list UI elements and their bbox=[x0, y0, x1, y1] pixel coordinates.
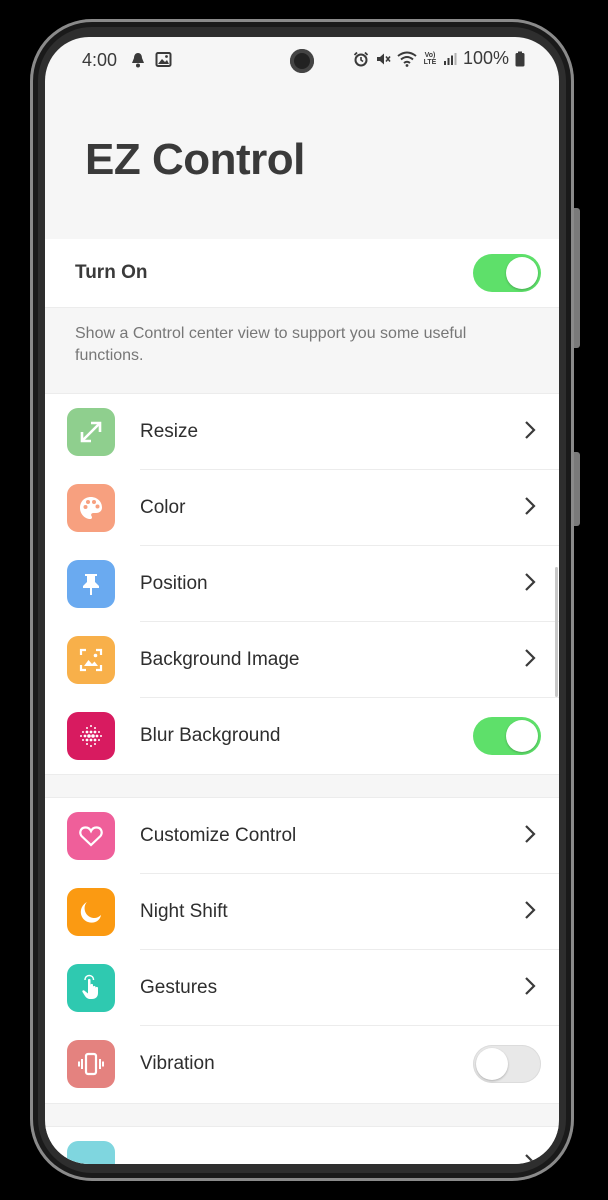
settings-item-label: Blur Background bbox=[140, 725, 281, 746]
mute-icon bbox=[376, 53, 391, 64]
settings-item-blur-background: Blur Background bbox=[45, 698, 559, 774]
front-camera bbox=[290, 49, 314, 73]
hand-icon bbox=[67, 964, 115, 1012]
settings-item-color[interactable]: Color bbox=[45, 470, 559, 546]
signal-icon bbox=[443, 52, 457, 65]
resize-icon bbox=[67, 408, 115, 456]
chevron-right-icon bbox=[525, 1154, 536, 1164]
turn-on-row: Turn On bbox=[45, 239, 559, 308]
settings-item-label: Resize bbox=[140, 421, 199, 442]
settings-item-partial[interactable] bbox=[45, 1127, 559, 1164]
chevron-right-icon bbox=[525, 421, 536, 439]
settings-item-vibration: Vibration bbox=[45, 1026, 559, 1102]
chevron-right-icon bbox=[525, 825, 536, 843]
chevron-right-icon bbox=[525, 649, 536, 667]
settings-item-resize[interactable]: Resize bbox=[45, 394, 559, 470]
settings-item-label: Color bbox=[140, 497, 186, 518]
settings-item-label: Vibration bbox=[140, 1053, 215, 1074]
chevron-right-icon bbox=[525, 977, 536, 995]
status-bar: 4:00 Vo) LTE 100% bbox=[45, 37, 559, 81]
battery-icon bbox=[515, 51, 525, 66]
volume-button bbox=[574, 452, 580, 526]
settings-item-customize-control[interactable]: Customize Control bbox=[45, 798, 559, 874]
scrollbar[interactable] bbox=[555, 567, 558, 697]
heart-icon bbox=[67, 812, 115, 860]
settings-item-label: Night Shift bbox=[140, 901, 228, 922]
app-screen: 4:00 Vo) LTE 100% EZ Control Turn On Sho… bbox=[45, 37, 559, 1164]
turn-on-description: Show a Control center view to support yo… bbox=[75, 325, 467, 364]
moon-icon bbox=[67, 888, 115, 936]
page-title: EZ Control bbox=[85, 135, 305, 184]
chevron-right-icon bbox=[525, 497, 536, 515]
chevron-right-icon bbox=[525, 573, 536, 591]
settings-group-more bbox=[45, 1126, 559, 1164]
settings-item-label: Background Image bbox=[140, 649, 300, 670]
blur-background-toggle[interactable] bbox=[473, 717, 541, 755]
turn-on-label: Turn On bbox=[75, 262, 148, 283]
power-button bbox=[574, 208, 580, 348]
settings-item-night-shift[interactable]: Night Shift bbox=[45, 874, 559, 950]
turn-on-toggle[interactable] bbox=[473, 254, 541, 292]
image-icon bbox=[67, 636, 115, 684]
settings-group-features: Customize Control Night Shift Gestures V… bbox=[45, 797, 559, 1104]
pin-icon bbox=[67, 560, 115, 608]
palette-icon bbox=[67, 484, 115, 532]
settings-item-label: Customize Control bbox=[140, 825, 297, 846]
settings-item-gestures[interactable]: Gestures bbox=[45, 950, 559, 1026]
alarm-icon bbox=[353, 51, 369, 66]
notification-app-icon bbox=[132, 53, 144, 68]
settings-item-background-image[interactable]: Background Image bbox=[45, 622, 559, 698]
battery-percent: 100% bbox=[462, 48, 509, 68]
partial-item-icon bbox=[67, 1141, 115, 1164]
vibration-icon bbox=[67, 1040, 115, 1088]
vibration-toggle[interactable] bbox=[473, 1045, 541, 1083]
settings-group-appearance: Resize Color Position Background Image B… bbox=[45, 393, 559, 775]
chevron-right-icon bbox=[525, 901, 536, 919]
settings-item-label: Gestures bbox=[140, 977, 218, 998]
volte-label: Vo) LTE bbox=[423, 51, 437, 66]
settings-item-label: Position bbox=[140, 573, 208, 594]
wifi-icon bbox=[397, 51, 417, 67]
status-time: 4:00 bbox=[82, 50, 118, 70]
settings-item-position[interactable]: Position bbox=[45, 546, 559, 622]
blur-icon bbox=[67, 712, 115, 760]
gallery-icon bbox=[155, 52, 172, 67]
